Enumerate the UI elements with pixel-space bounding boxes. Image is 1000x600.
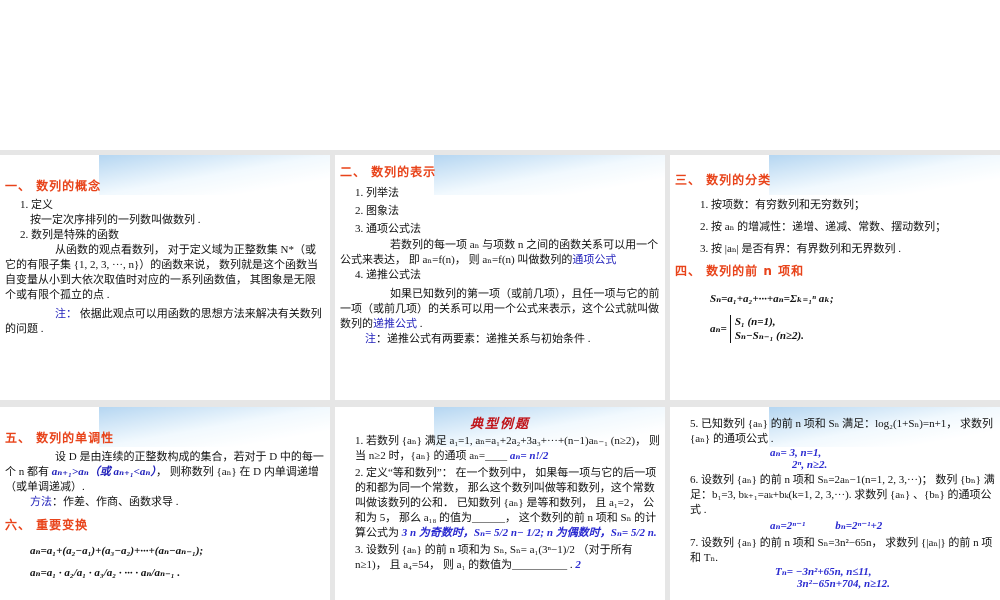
item: 4. 递推公式法 [355,269,421,281]
method-text: ：作差、作商、函数求导 . [52,496,179,508]
section-title: 四、 数列的前 n 项和 [675,264,805,278]
term-recursive-formula: 递推公式 [373,318,417,330]
condition: aₙ₊₁>aₙ（或 aₙ₊₁<aₙ） [51,466,156,478]
note: 注：递推公式有两要素：递推关系与初始条件 . [340,332,660,347]
item: 2. 图象法 [355,205,399,217]
answer: n 为奇数时，Sₙ= 5/2 n− 1/2; n 为偶数时，Sₙ= 5/2 n. [410,527,657,539]
formula-cases: S₁ (n=1), Sₙ−Sₙ₋₁ (n≥2). [729,315,804,343]
method: 方法：作差、作商、函数求导 . [5,495,325,510]
case: aₙ= 3, n=1, [770,447,822,459]
case: Sₙ−Sₙ₋₁ (n≥2). [734,330,804,342]
text-end: . [417,318,423,330]
slide-sequence-classification[interactable]: 三、 数列的分类 1. 按项数：有穷数列和无穷数列； 2. 按 aₙ 的增减性：… [670,155,1000,400]
case: S₁ (n=1), [734,316,776,328]
slide-sequence-concept[interactable]: 一、 数列的概念 1. 定义 按一定次序排列的一列数叫做数列 . 2. 数列是特… [0,155,330,400]
note: 注： 依据此观点可以用函数的思想方法来解决有关数列的问题 . [5,307,325,337]
section-title: 六、 重要变换 [5,518,89,532]
question-3: 3. 设数列 {aₙ} 的前 n 项和为 Sₙ, Sₙ= a₁(3ⁿ−1)/2 … [340,543,660,573]
question-2: 2. 定义“等和数列”： 在一个数列中， 如果每一项与它的后一项的和都为同一个常… [340,466,660,541]
item: 2. 数列是特殊的函数 [20,229,119,241]
text: 设 D 是由连续的正整数构成的集合，若对于 D 中的每一个 n 都有 aₙ₊₁>… [5,450,325,495]
answer-5: aₙ= 3, n=1, 2ⁿ, n≥2. [675,447,995,471]
case: 2ⁿ, n≥2. [792,459,828,471]
note-label: 注 [365,333,376,345]
answer: 2 [575,559,581,571]
note-text: ：递推公式有两要素：递推关系与初始条件 . [376,333,591,345]
slide-grid: 一、 数列的概念 1. 定义 按一定次序排列的一列数叫做数列 . 2. 数列是特… [0,150,1000,600]
section-title: 典型例题 [469,416,530,431]
slide-sequence-representation[interactable]: 二、 数列的表示 1. 列举法 2. 图象法 3. 通项公式法 若数列的每一项 … [335,155,665,400]
text: 若数列的每一项 aₙ 与项数 n 之间的函数关系可以用一个公式来表达， 即 aₙ… [340,238,660,268]
text: 按一定次序排列的一列数叫做数列 . [30,214,201,226]
item: 1. 定义 [20,199,53,211]
note-label: 注： [55,308,77,320]
section-title: 三、 数列的分类 [675,173,772,187]
item: 1. 列举法 [355,187,399,199]
section-title: 五、 数列的单调性 [5,431,115,445]
item: 3. 按 |aₙ| 是否有界：有界数列和无界数列 . [700,243,902,255]
formula-product: aₙ=a₁ · a₂/a₁ · a₃/a₂ · ··· · aₙ/aₙ₋₁ . [30,567,181,579]
text: 从函数的观点看数列， 对于定义域为正整数集 N*（或它的有限子集 {1, 2, … [5,244,319,301]
item: 2. 按 aₙ 的增减性：递增、递减、常数、摆动数列； [700,221,947,233]
answer-b: bₙ=2ⁿ⁻¹+2 [835,520,883,532]
formula-sum: Sₙ=a₁+a₂+···+aₙ=Σₖ₌₁ⁿ aₖ; [710,293,834,305]
formula-an: aₙ= S₁ (n=1), Sₙ−Sₙ₋₁ (n≥2). [675,315,995,343]
case: Tₙ= −3n²+65n, n≤11, [775,566,872,578]
formula-telescoping: aₙ=a₁+(a₂−a₁)+(a₃−a₂)+···+(aₙ−aₙ₋₁); [30,545,204,557]
item: 1. 按项数：有穷数列和无穷数列； [700,199,865,211]
answer: aₙ= n!/2 [509,450,549,462]
question-6: 6. 设数列 {aₙ} 的前 n 项和 Sₙ=2aₙ−1(n=1, 2, 3,·… [690,474,995,516]
question-text: 3. 设数列 {aₙ} 的前 n 项和为 Sₙ, Sₙ= a₁(3ⁿ−1)/2 … [355,544,633,571]
question-1: 1. 若数列 {aₙ} 满足 a₁=1, aₙ=a₁+2a₂+3a₃+···+(… [340,434,660,464]
item: 3. 通项公式法 [355,223,421,235]
section-title: 二、 数列的表示 [340,165,437,179]
note-text: 依据此观点可以用函数的思想方法来解决有关数列的问题 . [5,308,322,335]
slide-monotonicity[interactable]: 五、 数列的单调性 设 D 是由连续的正整数构成的集合，若对于 D 中的每一个 … [0,407,330,600]
text: 如果已知数列的第一项（或前几项），且任一项与它的前一项（或前几项）的关系可以用一… [340,287,660,332]
formula-lhs: aₙ= [710,323,727,335]
case: 3n²−65n+704, n≥12. [797,578,890,590]
answer: 3 [401,527,408,539]
answer-7: Tₙ= −3n²+65n, n≤11, 3n²−65n+704, n≥12. [675,566,995,590]
answer-6: aₙ=2ⁿ⁻¹ bₙ=2ⁿ⁻¹+2 [675,518,995,534]
question-7: 7. 设数列 {aₙ} 的前 n 项和 Sₙ=3n²−65n， 求数列 {|aₙ… [690,537,993,564]
question-5: 5. 已知数列 {aₙ} 的前 n 项和 Sₙ 满足：log₂(1+Sₙ)=n+… [690,418,994,445]
method-label: 方法 [30,496,52,508]
answer-a: aₙ=2ⁿ⁻¹ [770,520,806,532]
term-general-formula: 通项公式 [572,254,617,266]
slide-exercises[interactable]: 5. 已知数列 {aₙ} 的前 n 项和 Sₙ 满足：log₂(1+Sₙ)=n+… [670,407,1000,600]
section-title: 一、 数列的概念 [5,179,102,193]
question-text: 1. 若数列 {aₙ} 满足 a₁=1, aₙ=a₁+2a₂+3a₃+···+(… [355,435,660,462]
slide-examples[interactable]: 典型例题 1. 若数列 {aₙ} 满足 a₁=1, aₙ=a₁+2a₂+3a₃+… [335,407,665,600]
